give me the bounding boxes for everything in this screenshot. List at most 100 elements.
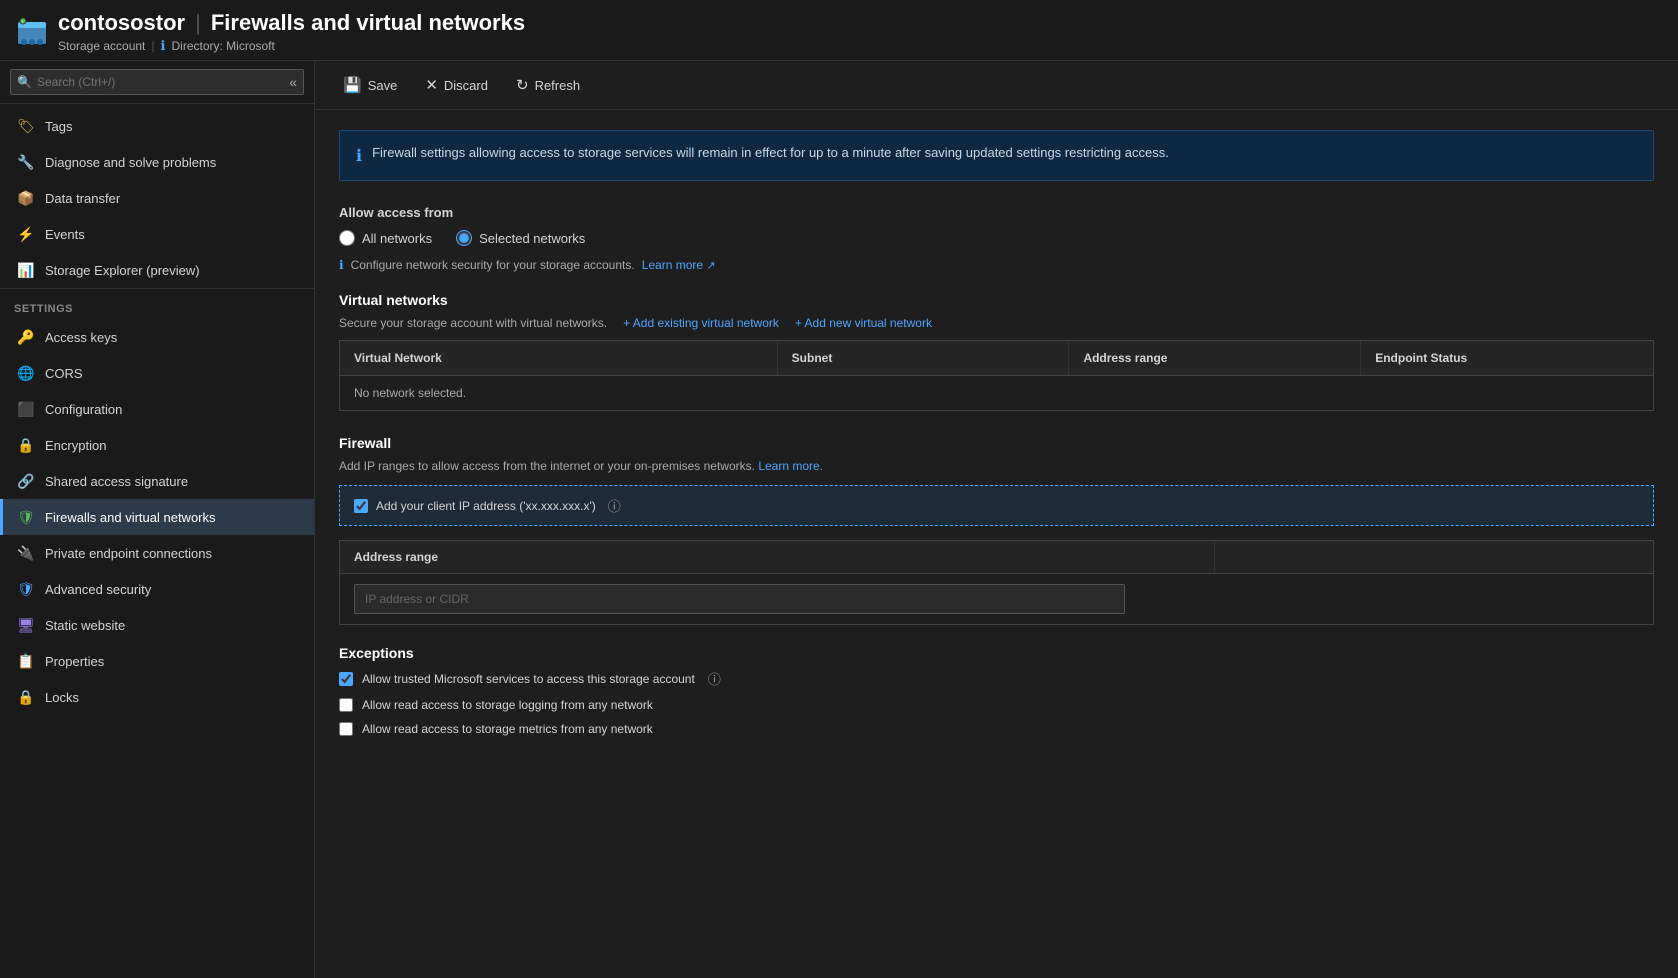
resource-icon: ! xyxy=(16,16,48,48)
main-content: ℹ Firewall settings allowing access to s… xyxy=(315,110,1678,978)
client-ip-info-icon: ⓘ xyxy=(608,496,621,515)
shared-access-icon: 🔗 xyxy=(17,472,35,490)
selected-networks-option[interactable]: Selected networks xyxy=(456,230,585,246)
add-new-vnet-link[interactable]: + Add new virtual network xyxy=(795,316,932,330)
subtitle-type: Storage account xyxy=(58,39,145,53)
app-header: ! contosostor | Firewalls and virtual ne… xyxy=(0,0,1678,61)
read-logging-checkbox[interactable] xyxy=(339,698,353,712)
firewall-title: Firewall xyxy=(339,435,1654,451)
virtual-networks-section: Virtual networks Secure your storage acc… xyxy=(339,292,1654,411)
sidebar-item-advanced-security[interactable]: 🛡 Advanced security xyxy=(0,571,314,607)
sidebar-item-shared-access[interactable]: 🔗 Shared access signature xyxy=(0,463,314,499)
sidebar-item-events[interactable]: ⚡ Events xyxy=(0,216,314,252)
search-input[interactable] xyxy=(10,69,304,95)
client-ip-checkbox[interactable] xyxy=(354,499,368,513)
private-endpoint-icon: 🔌 xyxy=(17,544,35,562)
col-virtual-network: Virtual Network xyxy=(340,341,778,375)
col-subnet: Subnet xyxy=(778,341,1070,375)
sidebar-item-storage-explorer[interactable]: 📊 Storage Explorer (preview) xyxy=(0,252,314,288)
locks-icon: 🔒 xyxy=(17,688,35,706)
settings-section-label: Settings xyxy=(0,288,314,319)
info-icon: ℹ xyxy=(161,38,166,54)
vnet-header: Secure your storage account with virtual… xyxy=(339,316,1654,330)
firewall-learn-more-link[interactable]: Learn more. xyxy=(758,459,823,473)
config-icon: ⬛ xyxy=(17,400,35,418)
tag-icon: 🏷 xyxy=(17,117,35,135)
wrench-icon: 🔧 xyxy=(17,153,35,171)
sidebar-item-properties[interactable]: 📋 Properties xyxy=(0,643,314,679)
sidebar-item-encryption[interactable]: 🔒 Encryption xyxy=(0,427,314,463)
sidebar: 🔍 « 🏷 Tags 🔧 Diagnose and solve problems… xyxy=(0,61,315,978)
storage-explorer-icon: 📊 xyxy=(17,261,35,279)
toolbar: 💾 Save ✕ Discard ↻ Refresh xyxy=(315,61,1678,110)
allow-access-label: Allow access from xyxy=(339,205,1654,220)
refresh-icon: ↻ xyxy=(516,76,529,94)
discard-button[interactable]: ✕ Discard xyxy=(413,71,500,99)
address-range-header: Address range xyxy=(340,541,1653,574)
content-panel: 💾 Save ✕ Discard ↻ Refresh ℹ Firewall se… xyxy=(315,61,1678,978)
breadcrumb: Storage account | ℹ Directory: Microsoft xyxy=(58,38,525,54)
address-range-col-header: Address range xyxy=(340,541,1215,573)
all-networks-radio[interactable] xyxy=(339,230,355,246)
sidebar-item-access-keys[interactable]: 🔑 Access keys xyxy=(0,319,314,355)
all-networks-label: All networks xyxy=(362,231,432,246)
network-radio-group: All networks Selected networks xyxy=(339,230,1654,246)
banner-text: Firewall settings allowing access to sto… xyxy=(372,145,1169,160)
cors-icon: 🌐 xyxy=(17,364,35,382)
selected-networks-label: Selected networks xyxy=(479,231,585,246)
external-link-icon: ↗ xyxy=(706,260,715,272)
add-existing-vnet-link[interactable]: + Add existing virtual network xyxy=(623,316,779,330)
address-input-row xyxy=(340,574,1653,624)
no-data-cell: No network selected. xyxy=(340,376,1653,410)
static-website-icon: 🖥 xyxy=(17,616,35,634)
refresh-button[interactable]: ↻ Refresh xyxy=(504,71,592,99)
client-ip-checkbox-row[interactable]: Add your client IP address ('xx.xxx.xxx.… xyxy=(339,485,1654,526)
sidebar-item-configuration[interactable]: ⬛ Configuration xyxy=(0,391,314,427)
encryption-icon: 🔒 xyxy=(17,436,35,454)
exception-trusted-ms[interactable]: Allow trusted Microsoft services to acce… xyxy=(339,669,1654,688)
config-info-icon: ℹ xyxy=(339,258,344,272)
trusted-ms-info-icon: ⓘ xyxy=(708,669,721,688)
sidebar-item-firewalls[interactable]: 🛡 Firewalls and virtual networks xyxy=(0,499,314,535)
directory-label: Directory: Microsoft xyxy=(171,39,274,53)
firewall-desc: Add IP ranges to allow access from the i… xyxy=(339,459,1654,473)
allow-access-section: Allow access from All networks Selected … xyxy=(339,205,1654,272)
virtual-networks-table: Virtual Network Subnet Address range End… xyxy=(339,340,1654,411)
virtual-networks-title: Virtual networks xyxy=(339,292,1654,308)
all-networks-option[interactable]: All networks xyxy=(339,230,432,246)
sidebar-item-private-endpoint[interactable]: 🔌 Private endpoint connections xyxy=(0,535,314,571)
selected-networks-radio[interactable] xyxy=(456,230,472,246)
sidebar-item-diagnose[interactable]: 🔧 Diagnose and solve problems xyxy=(0,144,314,180)
read-metrics-checkbox[interactable] xyxy=(339,722,353,736)
learn-more-link[interactable]: Learn more ↗ xyxy=(642,258,716,272)
sidebar-nav: 🏷 Tags 🔧 Diagnose and solve problems 📦 D… xyxy=(0,104,314,978)
transfer-icon: 📦 xyxy=(17,189,35,207)
sidebar-item-static-website[interactable]: 🖥 Static website xyxy=(0,607,314,643)
exception-read-logging[interactable]: Allow read access to storage logging fro… xyxy=(339,698,1654,712)
vnet-desc: Secure your storage account with virtual… xyxy=(339,316,607,330)
address-range-col-action xyxy=(1215,541,1653,573)
sidebar-item-data-transfer[interactable]: 📦 Data transfer xyxy=(0,180,314,216)
exceptions-section: Exceptions Allow trusted Microsoft servi… xyxy=(339,645,1654,736)
exception-read-metrics[interactable]: Allow read access to storage metrics fro… xyxy=(339,722,1654,736)
col-endpoint-status: Endpoint Status xyxy=(1361,341,1653,375)
page-title: Firewalls and virtual networks xyxy=(211,10,525,36)
table-header: Virtual Network Subnet Address range End… xyxy=(340,341,1653,376)
banner-info-icon: ℹ xyxy=(356,146,362,166)
firewall-section: Firewall Add IP ranges to allow access f… xyxy=(339,435,1654,625)
sidebar-item-locks[interactable]: 🔒 Locks xyxy=(0,679,314,715)
collapse-icon[interactable]: « xyxy=(289,74,297,90)
discard-icon: ✕ xyxy=(425,76,438,94)
sidebar-item-tags[interactable]: 🏷 Tags xyxy=(0,108,314,144)
client-ip-label: Add your client IP address ('xx.xxx.xxx.… xyxy=(376,499,596,513)
address-range-table: Address range xyxy=(339,540,1654,625)
ip-address-input[interactable] xyxy=(354,584,1125,614)
firewall-icon: 🛡 xyxy=(17,508,35,526)
resource-name: contosostor xyxy=(58,10,185,36)
save-button[interactable]: 💾 Save xyxy=(331,71,409,99)
sidebar-item-cors[interactable]: 🌐 CORS xyxy=(0,355,314,391)
exceptions-title: Exceptions xyxy=(339,645,1654,661)
config-note-text: Configure network security for your stor… xyxy=(351,258,635,272)
trusted-ms-checkbox[interactable] xyxy=(339,672,353,686)
table-row: No network selected. xyxy=(340,376,1653,410)
